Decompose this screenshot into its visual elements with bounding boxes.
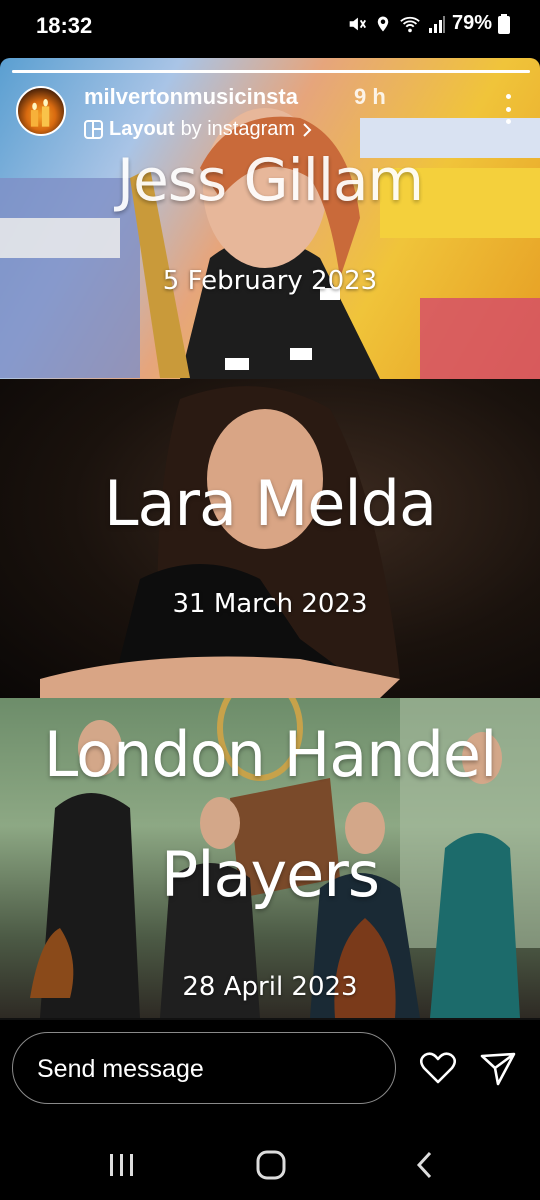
- panel-date: 5 February 2023: [162, 266, 378, 296]
- battery-percent: 79%: [451, 12, 492, 34]
- back-icon: [416, 1151, 432, 1179]
- story-viewer[interactable]: Jess Gillam 5 February 2023 Lara Melda 3…: [0, 58, 540, 1020]
- recent-apps-icon: [110, 1154, 133, 1176]
- dot-icon: [505, 94, 511, 99]
- dot-icon: [505, 119, 511, 124]
- send-icon: [480, 1052, 516, 1086]
- recent-apps-button[interactable]: [104, 1148, 140, 1182]
- panel-title-line2: Players: [160, 838, 380, 911]
- like-button[interactable]: [418, 1048, 458, 1088]
- dot-icon: [505, 106, 511, 112]
- status-icons: 79%: [346, 12, 510, 35]
- avatar[interactable]: [16, 86, 66, 136]
- panel-date: 28 April 2023: [182, 972, 358, 1002]
- status-bar: 18:32 79%: [0, 0, 540, 56]
- heart-icon: [419, 1052, 457, 1084]
- layout-attribution-link[interactable]: Layout by instagram: [84, 118, 313, 141]
- home-button[interactable]: [254, 1148, 288, 1182]
- send-message-input[interactable]: Send message: [12, 1032, 396, 1104]
- battery-icon: [498, 13, 510, 34]
- send-message-placeholder: Send message: [37, 1055, 204, 1083]
- home-icon: [256, 1150, 286, 1180]
- story-progress-bar: [12, 70, 530, 73]
- status-time: 18:32: [36, 13, 93, 38]
- layout-label: Layout: [109, 118, 175, 140]
- story-panel-lara-melda: Lara Melda 31 March 2023: [0, 379, 540, 698]
- back-button[interactable]: [408, 1148, 442, 1182]
- panel-title: London Handel: [43, 718, 498, 791]
- post-age: 9 h: [354, 84, 386, 109]
- story-panel-london-handel-players: London Handel Players 28 April 2023: [0, 698, 540, 1018]
- chevron-right-icon: [303, 122, 312, 137]
- candle-logo-icon: [30, 99, 50, 127]
- more-options-button[interactable]: [498, 94, 518, 124]
- wifi-icon: [400, 16, 420, 32]
- panel-date: 31 March 2023: [172, 589, 368, 619]
- mute-icon: [349, 17, 366, 30]
- story-header: milvertonmusicinsta 9 h Layout by instag…: [0, 78, 540, 148]
- share-button[interactable]: [478, 1048, 518, 1088]
- system-nav-bar: [0, 1128, 540, 1200]
- panel-title: Lara Melda: [104, 467, 437, 540]
- layout-suffix: by instagram: [180, 118, 296, 140]
- signal-icon: [428, 15, 445, 33]
- reply-bar: Send message: [0, 1020, 540, 1120]
- panel-title: Jess Gillam: [117, 146, 424, 214]
- story-progress-fill: [12, 70, 530, 73]
- account-name[interactable]: milvertonmusicinsta: [84, 84, 298, 110]
- location-icon: [377, 16, 389, 31]
- layout-icon: [84, 120, 103, 139]
